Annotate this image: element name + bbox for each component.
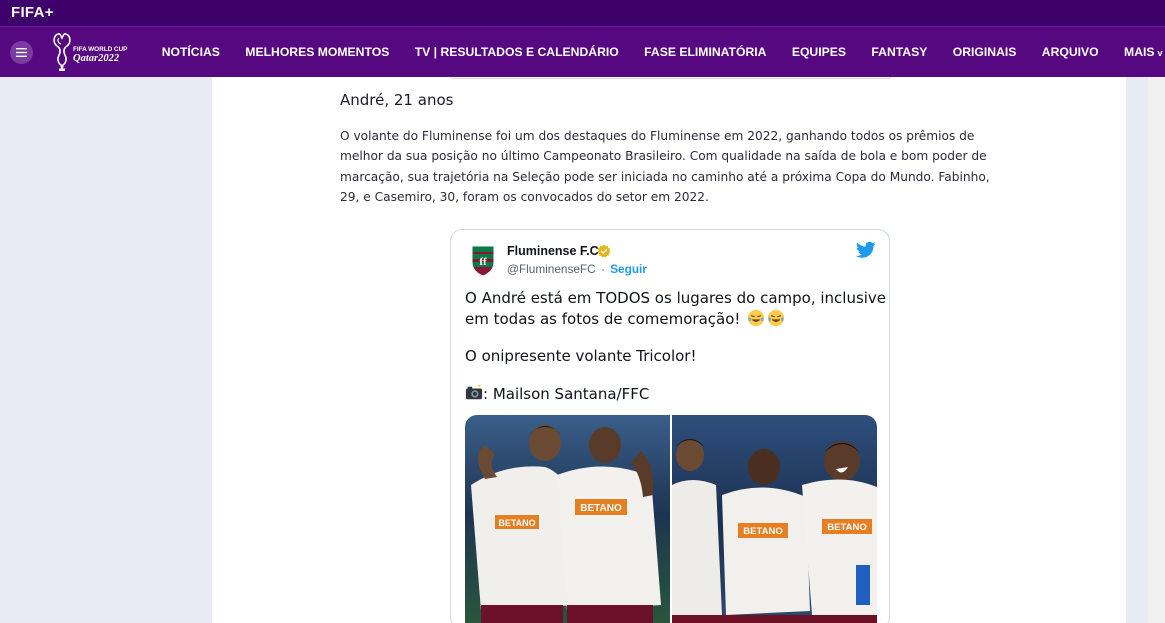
tweet-spacer: [465, 367, 880, 384]
chevron-down-icon: v: [1157, 48, 1163, 58]
world-cup-title: FIFA WORLD CUP: [73, 46, 128, 53]
previous-embed-edge: [450, 77, 891, 79]
hamburger-icon: [16, 48, 27, 57]
svg-text:BETANO: BETANO: [580, 503, 622, 514]
separator-dot: ·: [600, 262, 605, 276]
main-navigation: FIFA WORLD CUP Qatar2022 NOTÍCIAS MELHOR…: [0, 26, 1165, 77]
tweet-line-3: O onipresente volante Tricolor!: [465, 347, 697, 365]
svg-text:BETANO: BETANO: [827, 522, 866, 533]
fifa-plus-logo[interactable]: FIFA+: [11, 4, 54, 21]
tweet-media-grid: BETANO BETANO BETANO BETANO: [465, 415, 877, 623]
tweet-spacer: [465, 329, 880, 346]
verified-badge-icon: [597, 244, 611, 258]
world-cup-subtitle: Qatar2022: [73, 53, 120, 64]
tweet-line-4-wrap: : Mailson Santana/FFC: [465, 384, 880, 405]
nav-item-melhores-momentos[interactable]: MELHORES MOMENTOS: [245, 45, 389, 59]
fifa-plus-symbol: +: [44, 4, 54, 21]
nav-mais-label: MAIS: [1124, 45, 1155, 59]
world-cup-emblem-icon: [53, 33, 71, 71]
nav-item-originais[interactable]: ORIGINAIS: [953, 45, 1017, 59]
tweet-author-name[interactable]: Fluminense F.C.: [507, 244, 602, 258]
camera-flash-emoji-icon: [465, 384, 483, 399]
tweet-line-2-wrap: em todas as fotos de comemoração!: [465, 309, 880, 330]
nav-item-tv-resultados[interactable]: TV | RESULTADOS E CALENDÁRIO: [415, 45, 619, 59]
tweet-line-1: O André está em TODOS os lugares do camp…: [465, 289, 887, 307]
tears-of-joy-emoji-icon: [748, 309, 765, 326]
tears-of-joy-emoji-icon: [768, 309, 785, 326]
tweet-body: O André está em TODOS os lugares do camp…: [465, 288, 887, 405]
tweet-line-2: em todas as fotos de comemoração!: [465, 309, 741, 328]
svg-text:BETANO: BETANO: [743, 526, 782, 537]
tweet-handle-row: @FluminenseFC · Seguir: [507, 262, 647, 276]
twitter-bird-icon[interactable]: [856, 241, 876, 259]
nav-item-arquivo[interactable]: ARQUIVO: [1042, 45, 1099, 59]
fluminense-crest-icon: ff: [464, 240, 502, 278]
fifa-logo-text: FIFA: [11, 4, 45, 21]
svg-text:ff: ff: [479, 256, 487, 268]
follow-button[interactable]: Seguir: [610, 262, 647, 276]
hamburger-menu-button[interactable]: [10, 41, 33, 64]
celebration-photo-right[interactable]: BETANO BETANO: [672, 415, 877, 623]
nav-menu: NOTÍCIAS MELHORES MOMENTOS TV | RESULTAD…: [149, 27, 1165, 77]
player-heading: André, 21 anos: [340, 91, 454, 109]
embedded-tweet[interactable]: ff Fluminense F.C. @FluminenseFC · Segui…: [450, 229, 890, 623]
svg-text:BETANO: BETANO: [498, 518, 535, 528]
nav-item-fase-eliminatoria[interactable]: FASE ELIMINATÓRIA: [644, 45, 766, 59]
nav-item-equipes[interactable]: EQUIPES: [792, 45, 846, 59]
tweet-handle[interactable]: @FluminenseFC: [507, 262, 596, 276]
celebration-photo-left[interactable]: BETANO BETANO: [465, 415, 670, 623]
player-description: O volante do Fluminense foi um dos desta…: [340, 129, 990, 205]
world-cup-qatar-logo[interactable]: FIFA WORLD CUP Qatar2022: [52, 32, 136, 72]
nav-item-mais[interactable]: MAIS v: [1124, 45, 1162, 59]
page-scrollbar[interactable]: [1148, 77, 1165, 623]
tweet-line-4: : Mailson Santana/FFC: [483, 384, 650, 403]
nav-item-noticias[interactable]: NOTÍCIAS: [162, 45, 220, 59]
fifa-top-bar: FIFA+: [0, 0, 1165, 26]
fluminense-avatar[interactable]: ff: [464, 240, 502, 278]
nav-item-fantasy[interactable]: FANTASY: [871, 45, 927, 59]
